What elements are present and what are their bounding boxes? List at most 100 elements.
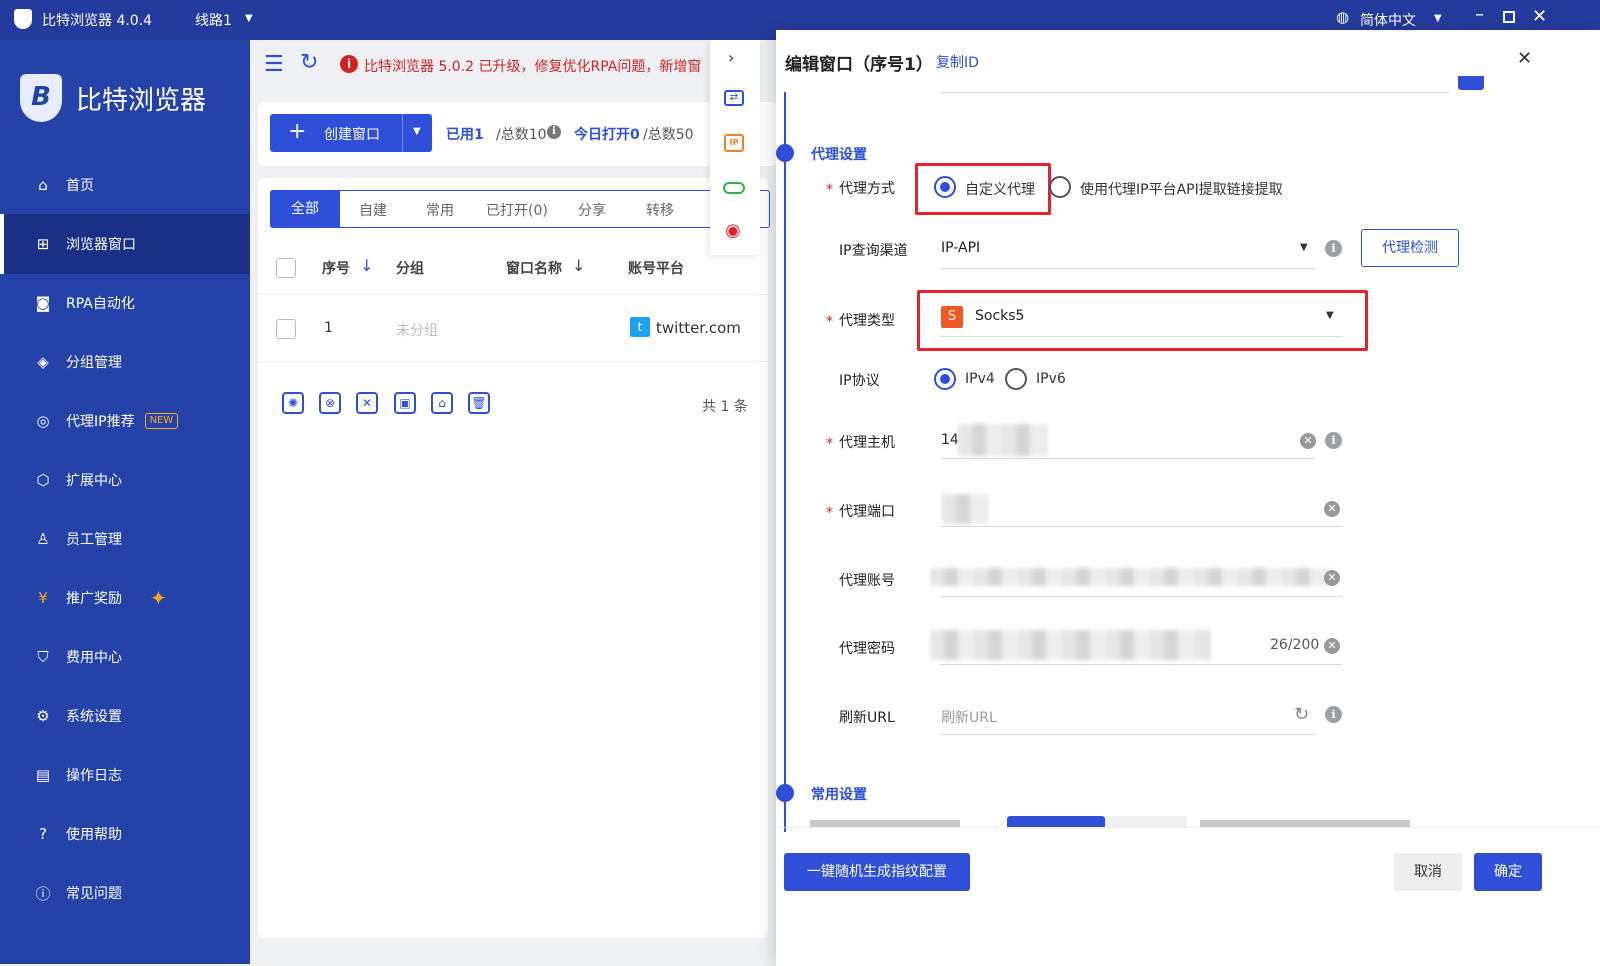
clear-icon[interactable]: ✕: [1324, 570, 1340, 586]
column-header-index[interactable]: 序号: [322, 258, 350, 278]
clipped-segment-on: [1007, 816, 1105, 827]
create-window-button[interactable]: + 创建窗口 ▼: [270, 114, 432, 152]
tab-self-built[interactable]: 自建: [359, 200, 387, 220]
route-select[interactable]: 线路1: [195, 10, 232, 30]
sidebar-item-logs[interactable]: ▤ 操作日志: [0, 745, 250, 805]
random-fingerprint-button[interactable]: 一键随机生成指纹配置: [784, 853, 970, 891]
select-all-checkbox[interactable]: [276, 258, 296, 278]
chevron-right-icon[interactable]: ›: [728, 48, 734, 67]
used-total: /总数10: [496, 127, 547, 143]
drawer-title: 编辑窗口（序号1）: [785, 55, 933, 75]
redacted-password: [930, 630, 1210, 660]
ip-icon[interactable]: IP: [724, 134, 744, 152]
proxy-account-input[interactable]: [930, 560, 1342, 597]
tab-shared[interactable]: 分享: [578, 200, 606, 220]
coin-icon: ¥: [38, 589, 48, 607]
table-row[interactable]: 1 未分组 t twitter.com: [258, 295, 768, 361]
sidebar-item-groups[interactable]: ◈ 分组管理: [0, 332, 250, 392]
brand-name: 比特浏览器: [76, 86, 207, 116]
sidebar-item-settings[interactable]: ⚙ 系统设置: [0, 686, 250, 746]
language-select[interactable]: 简体中文: [1360, 10, 1416, 30]
maximize-icon[interactable]: [1503, 11, 1515, 23]
collapse-menu-icon[interactable]: ☰: [264, 52, 284, 77]
tab-common[interactable]: 常用: [426, 200, 454, 220]
timeline-dot: [776, 784, 794, 802]
trash-icon[interactable]: 🗑: [468, 392, 490, 414]
proxy-host-input[interactable]: 14: [940, 424, 1316, 459]
home-icon: ⌂: [38, 176, 48, 194]
refresh-icon[interactable]: ↻: [300, 50, 318, 75]
tab-all[interactable]: 全部: [270, 190, 340, 228]
chevron-down-icon[interactable]: ▼: [245, 13, 253, 24]
timeline-dot: [776, 144, 794, 162]
option-ipv6[interactable]: IPv6: [1036, 371, 1066, 387]
radio-custom-proxy[interactable]: [934, 176, 956, 198]
sparkle-icon: ✦: [150, 586, 167, 610]
radio-api-proxy[interactable]: [1049, 176, 1071, 198]
chevron-down-icon[interactable]: ▼: [1434, 13, 1442, 24]
aperture-icon[interactable]: ✺: [282, 392, 304, 414]
close-window-icon[interactable]: ✕: [1532, 6, 1547, 27]
password-char-count: 26/200: [1270, 637, 1320, 653]
redacted-port: [942, 494, 988, 524]
sidebar-item-staff[interactable]: ♙ 员工管理: [0, 509, 250, 569]
radio-ipv6[interactable]: [1005, 368, 1027, 390]
toolbar-card: + 创建窗口 ▼ 已用1 /总数10 i 今日打开0 /总数50: [258, 102, 778, 166]
sidebar-item-help[interactable]: ? 使用帮助: [0, 804, 250, 864]
trash-restore-icon[interactable]: ⌂: [431, 392, 453, 414]
info-icon[interactable]: i: [547, 125, 561, 139]
clear-icon[interactable]: ✕: [1300, 433, 1316, 449]
clear-icon[interactable]: ✕: [1324, 501, 1340, 517]
sidebar-item-home[interactable]: ⌂ 首页: [0, 155, 250, 215]
refresh-url-label: 刷新URL: [839, 710, 895, 726]
settings-icon: ⚙: [36, 707, 50, 725]
sort-down-icon[interactable]: ↓: [572, 256, 585, 275]
info-icon[interactable]: i: [1325, 432, 1342, 449]
refresh-url-input[interactable]: 刷新URL ↻: [940, 698, 1316, 735]
sidebar-item-billing[interactable]: ⛉ 费用中心: [0, 627, 250, 687]
fingerprint-icon[interactable]: ◉: [725, 220, 741, 241]
ip-protocol-label: IP协议: [839, 373, 880, 389]
proxy-port-label: 代理端口: [839, 504, 895, 520]
sidebar-item-rpa[interactable]: ◙ RPA自动化: [0, 273, 250, 333]
globe-icon: ◍: [1336, 8, 1350, 26]
window-icon[interactable]: ▣: [394, 392, 416, 414]
chevron-down-icon[interactable]: ▼: [413, 126, 421, 137]
ip-channel-select[interactable]: IP-API ▼: [940, 234, 1316, 269]
copy-id-link[interactable]: 复制ID: [936, 52, 979, 72]
refresh-icon[interactable]: ↻: [1294, 704, 1309, 725]
option-api-proxy[interactable]: 使用代理IP平台API提取链接提取: [1080, 179, 1283, 199]
info-icon[interactable]: i: [1325, 240, 1342, 257]
sidebar-item-extensions[interactable]: ⬡ 扩展中心: [0, 450, 250, 510]
column-header-name[interactable]: 窗口名称: [506, 258, 562, 278]
sidebar-item-faq[interactable]: ⓘ 常见问题: [0, 863, 250, 923]
tab-transfer[interactable]: 转移: [646, 200, 674, 220]
close-square-icon[interactable]: ✕: [356, 392, 378, 414]
info-icon[interactable]: i: [1325, 706, 1342, 723]
twitter-icon: t: [630, 317, 650, 337]
option-ipv4[interactable]: IPv4: [965, 371, 995, 387]
radio-ipv4[interactable]: [934, 368, 956, 390]
proxy-port-input[interactable]: [940, 492, 1342, 527]
sync-icon[interactable]: ⇄: [724, 90, 744, 106]
sidebar-item-proxy-ip[interactable]: ◎ 代理IP推荐 NEW: [0, 391, 250, 451]
row-checkbox[interactable]: [276, 319, 296, 339]
proxy-check-button[interactable]: 代理检测: [1361, 229, 1459, 267]
proxy-type-select[interactable]: S Socks5 ▼: [940, 302, 1342, 337]
close-icon[interactable]: ✕: [1517, 48, 1532, 69]
close-circle-icon[interactable]: ⊗: [319, 392, 341, 414]
confirm-button[interactable]: 确定: [1474, 853, 1542, 891]
sidebar-item-rewards[interactable]: ¥ 推广奖励 ✦: [0, 568, 250, 628]
sidebar-item-browser-windows[interactable]: ⊞ 浏览器窗口: [0, 214, 250, 274]
toggle-icon[interactable]: [723, 182, 745, 194]
tab-opened[interactable]: 已打开(0): [486, 200, 548, 220]
cancel-button[interactable]: 取消: [1394, 853, 1462, 891]
clear-icon[interactable]: ✕: [1324, 638, 1340, 654]
proxy-method-label: 代理方式: [839, 181, 895, 197]
minimize-icon[interactable]: –: [1475, 4, 1484, 25]
proxy-account-label: 代理账号: [839, 573, 895, 589]
sort-down-icon[interactable]: ↓: [360, 256, 373, 275]
proxy-password-input[interactable]: 26/200: [930, 628, 1342, 665]
option-custom-proxy[interactable]: 自定义代理: [965, 179, 1035, 199]
row-index: 1: [324, 320, 333, 336]
